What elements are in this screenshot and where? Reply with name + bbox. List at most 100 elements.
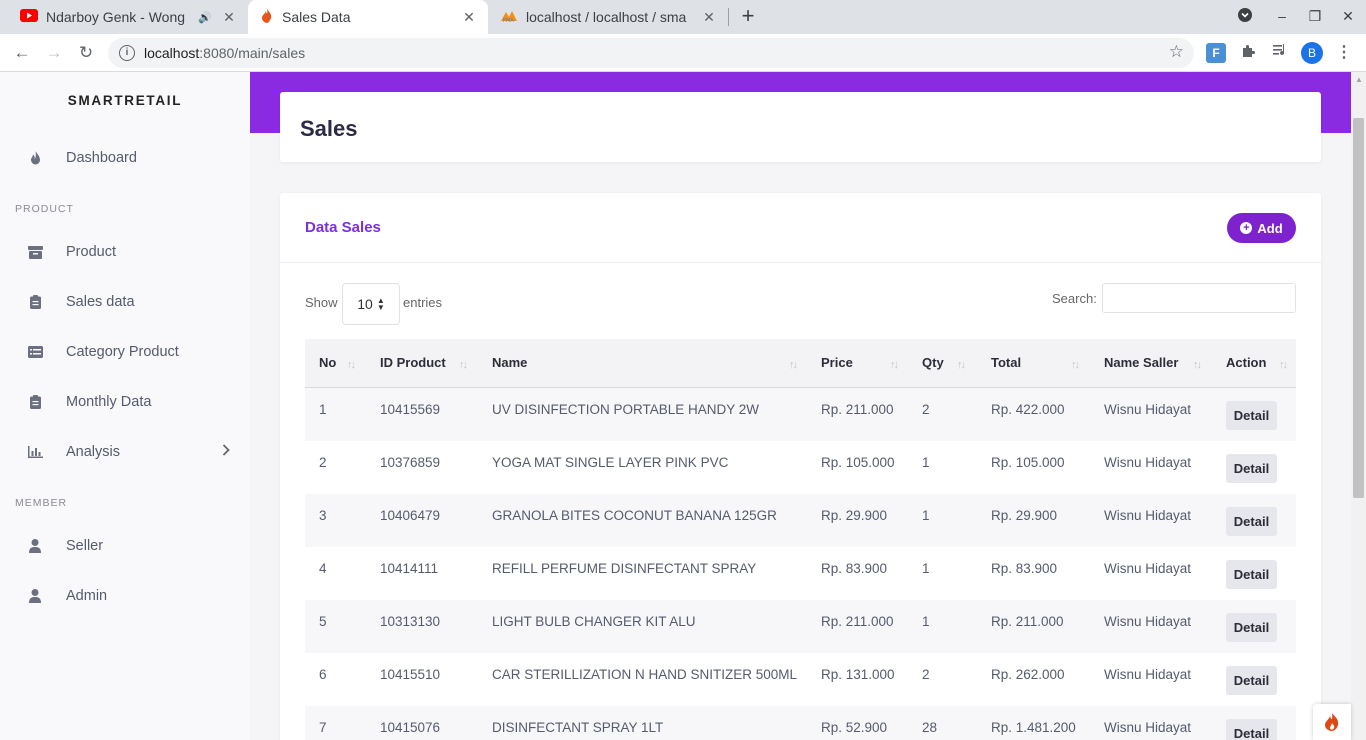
bookmark-star-icon[interactable]: ☆ <box>1169 42 1184 62</box>
cell-qty: 1 <box>922 508 930 523</box>
browser-tab-youtube[interactable]: Ndarboy Genk - Wong 🔊 ✕ <box>8 0 248 34</box>
cell-price: Rp. 105.000 <box>821 455 895 470</box>
cell-no: 1 <box>319 402 327 417</box>
page-scrollbar[interactable]: ▲ <box>1351 72 1366 740</box>
add-button[interactable]: + Add <box>1227 213 1296 243</box>
sidebar-item-dashboard[interactable]: Dashboard <box>0 140 250 176</box>
codeigniter-icon <box>260 8 274 27</box>
extensions-puzzle-icon[interactable] <box>1238 43 1258 63</box>
cell-id-product: 10406479 <box>380 508 441 523</box>
cell-no: 4 <box>319 561 327 576</box>
plus-circle-icon: + <box>1240 222 1253 234</box>
url-text[interactable]: localhost:8080/main/sales <box>144 45 305 61</box>
profile-avatar[interactable]: B <box>1301 42 1323 64</box>
sidebar-item-category-product[interactable]: Category Product <box>0 334 250 370</box>
minimize-icon[interactable]: – <box>1272 8 1292 24</box>
sort-icon[interactable]: ↑↓ <box>789 359 798 371</box>
column-header-name[interactable]: Name <box>492 355 527 370</box>
sidebar-item-label: Dashboard <box>66 150 137 166</box>
detail-button[interactable]: Detail <box>1226 666 1277 695</box>
entries-select[interactable]: 10 ▲ ▼ <box>342 283 400 325</box>
new-tab-button[interactable]: + <box>736 5 760 29</box>
scrollbar-thumb[interactable] <box>1353 118 1364 498</box>
close-tab-icon[interactable]: ✕ <box>220 9 238 26</box>
cell-name: UV DISINFECTION PORTABLE HANDY 2W <box>492 402 760 417</box>
cell-total: Rp. 1.481.200 <box>991 720 1076 735</box>
sort-icon[interactable]: ↑↓ <box>459 359 468 371</box>
detail-button[interactable]: Detail <box>1226 560 1277 589</box>
sidebar-item-label: Seller <box>66 538 104 554</box>
clipboard-icon <box>27 394 43 410</box>
cell-name-saller: Wisnu Hidayat <box>1104 508 1192 523</box>
cell-total: Rp. 83.900 <box>991 561 1058 576</box>
column-header-id-product[interactable]: ID Product <box>380 355 446 370</box>
cell-name-saller: Wisnu Hidayat <box>1104 614 1192 629</box>
media-control-icon[interactable] <box>1270 43 1290 63</box>
detail-button[interactable]: Detail <box>1226 719 1277 740</box>
cell-name-saller: Wisnu Hidayat <box>1104 455 1192 470</box>
cell-id-product: 10415569 <box>380 402 441 417</box>
table-row: 6 10415510 CAR STERILLIZATION N HAND SNITI… <box>305 653 1296 706</box>
detail-button[interactable]: Detail <box>1226 613 1277 642</box>
cell-no: 3 <box>319 508 327 523</box>
column-header-no[interactable]: No <box>319 355 336 370</box>
detail-button[interactable]: Detail <box>1226 401 1277 430</box>
sidebar-item-analysis[interactable]: Analysis <box>0 434 250 470</box>
browser-tab-sales-data[interactable]: Sales Data ✕ <box>248 0 488 34</box>
section-heading-member: MEMBER <box>15 497 68 509</box>
maximize-icon[interactable]: ❐ <box>1305 8 1325 25</box>
section-heading-product: PRODUCT <box>15 203 74 215</box>
column-header-action[interactable]: Action <box>1226 355 1266 370</box>
tab-search-icon[interactable] <box>1235 8 1255 25</box>
column-header-price[interactable]: Price <box>821 355 853 370</box>
cell-id-product: 10376859 <box>380 455 441 470</box>
show-label: Show <box>305 295 338 310</box>
sidebar-item-admin[interactable]: Admin <box>0 578 250 614</box>
forward-icon[interactable]: → <box>43 42 65 64</box>
detail-button[interactable]: Detail <box>1226 454 1277 483</box>
cell-qty: 2 <box>922 402 930 417</box>
column-header-qty[interactable]: Qty <box>922 355 944 370</box>
cell-no: 6 <box>319 667 327 682</box>
sidebar-item-label: Admin <box>66 588 108 604</box>
cell-name-saller: Wisnu Hidayat <box>1104 667 1192 682</box>
sort-icon[interactable]: ↑↓ <box>1071 359 1080 371</box>
sort-icon[interactable]: ↑↓ <box>890 359 899 371</box>
sort-icon[interactable]: ↑↓ <box>1193 359 1202 371</box>
tab-title: Ndarboy Genk - Wong <box>46 9 186 25</box>
browser-tab-phpmyadmin[interactable]: PMA localhost / localhost / sma ✕ <box>488 0 728 34</box>
speaker-icon[interactable]: 🔊 <box>198 11 212 24</box>
chevron-right-icon <box>222 443 230 459</box>
reload-icon[interactable]: ↻ <box>75 42 97 64</box>
brand-logo[interactable]: SMARTRETAIL <box>0 93 250 108</box>
sort-icon[interactable]: ↑↓ <box>347 359 356 371</box>
address-bar[interactable]: i localhost:8080/main/sales ☆ <box>108 38 1194 68</box>
sort-icon[interactable]: ↑↓ <box>957 359 966 371</box>
codeigniter-debug-toolbar-icon[interactable] <box>1313 704 1351 740</box>
scroll-up-icon[interactable]: ▲ <box>1355 75 1363 84</box>
sidebar-item-sales-data[interactable]: Sales data <box>0 284 250 320</box>
sidebar-item-monthly-data[interactable]: Monthly Data <box>0 384 250 420</box>
list-icon <box>27 344 43 360</box>
search-input[interactable] <box>1102 283 1296 313</box>
browser-tabstrip: Ndarboy Genk - Wong 🔊 ✕ Sales Data ✕ PMA… <box>0 0 1366 34</box>
box-icon <box>27 244 43 260</box>
column-header-name-saller[interactable]: Name Saller <box>1104 355 1178 370</box>
close-tab-icon[interactable]: ✕ <box>700 9 718 26</box>
column-header-total[interactable]: Total <box>991 355 1021 370</box>
sidebar-item-seller[interactable]: Seller <box>0 528 250 564</box>
sidebar-item-product[interactable]: Product <box>0 234 250 270</box>
sort-icon[interactable]: ↑↓ <box>1279 359 1288 371</box>
detail-button[interactable]: Detail <box>1226 507 1277 536</box>
card-title: Data Sales <box>305 219 381 236</box>
back-icon[interactable]: ← <box>11 42 33 64</box>
close-tab-icon[interactable]: ✕ <box>460 9 478 26</box>
extension-f-icon[interactable]: F <box>1206 43 1226 63</box>
cell-qty: 1 <box>922 455 930 470</box>
cell-price: Rp. 131.000 <box>821 667 895 682</box>
site-info-icon[interactable]: i <box>119 45 135 61</box>
cell-qty: 28 <box>922 720 938 735</box>
close-window-icon[interactable]: ✕ <box>1338 8 1358 25</box>
cell-name: YOGA MAT SINGLE LAYER PINK PVC <box>492 455 729 470</box>
browser-menu-icon[interactable]: ⋮ <box>1334 43 1354 63</box>
